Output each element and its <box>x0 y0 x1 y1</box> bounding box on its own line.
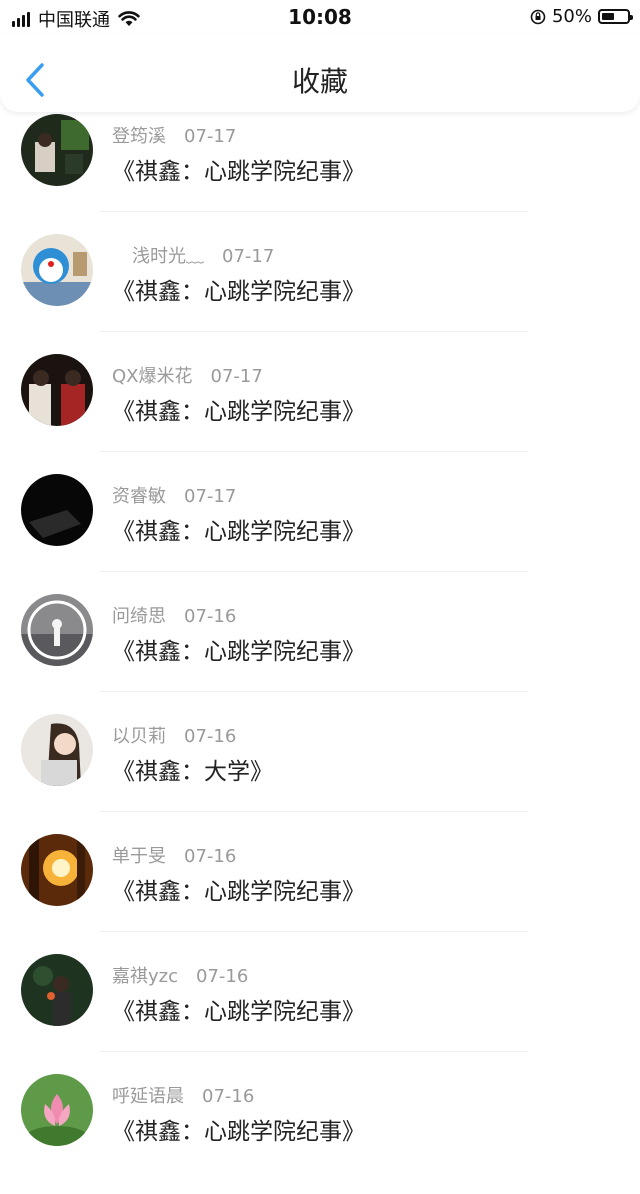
list-item[interactable]: QX爆米花 07-17 《祺鑫：心跳学院纪事》 <box>0 354 640 474</box>
story-title[interactable]: 《祺鑫：心跳学院纪事》 <box>112 512 365 546</box>
list-item[interactable]: 单于旻 07-16 《祺鑫：心跳学院纪事》 <box>0 834 640 954</box>
list-item[interactable]: 资睿敏 07-17 《祺鑫：心跳学院纪事》 <box>0 474 640 594</box>
divider <box>100 811 528 812</box>
divider <box>100 451 528 452</box>
avatar[interactable] <box>21 234 93 306</box>
item-date: 07-16 <box>184 846 237 867</box>
author-name: 以贝莉 <box>112 726 166 747</box>
story-title[interactable]: 《祺鑫：心跳学院纪事》 <box>112 152 365 186</box>
avatar[interactable] <box>21 114 93 186</box>
author-name: 呼延语晨 <box>112 1086 184 1107</box>
divider <box>100 571 528 572</box>
list-item[interactable]: 呼延语晨 07-16 《祺鑫：心跳学院纪事》 <box>0 1074 640 1194</box>
item-date: 07-16 <box>184 726 237 747</box>
author-name: 资睿敏 <box>112 486 166 507</box>
divider <box>100 931 528 932</box>
author-name: 单于旻 <box>112 846 166 867</box>
avatar[interactable] <box>21 354 93 426</box>
item-date: 07-17 <box>222 246 275 267</box>
author-name: QX爆米花 <box>112 366 193 387</box>
favorites-list: 登筠溪 07-17 《祺鑫：心跳学院纪事》 浅时光﹏ 07-17 《祺鑫：心跳学院纪… <box>0 114 640 1194</box>
story-title[interactable]: 《祺鑫：心跳学院纪事》 <box>112 632 365 666</box>
story-title[interactable]: 《祺鑫：心跳学院纪事》 <box>112 272 365 306</box>
list-item[interactable]: 以贝莉 07-16 《祺鑫：大学》 <box>0 714 640 834</box>
divider <box>100 1051 528 1052</box>
story-title[interactable]: 《祺鑫：心跳学院纪事》 <box>112 392 365 426</box>
page-title: 收藏 <box>291 65 348 98</box>
author-name: 浅时光﹏ <box>132 246 204 267</box>
list-item[interactable]: 登筠溪 07-17 《祺鑫：心跳学院纪事》 <box>0 114 640 234</box>
battery-percent: 50% <box>551 6 592 27</box>
divider <box>100 211 528 212</box>
avatar[interactable] <box>21 834 93 906</box>
story-title[interactable]: 《祺鑫：心跳学院纪事》 <box>112 992 365 1026</box>
author-name: 登筠溪 <box>112 126 166 147</box>
divider <box>100 331 528 332</box>
divider <box>100 691 528 692</box>
status-bar: 中国联通 10:08 50% <box>0 0 640 34</box>
item-date: 07-16 <box>202 1086 255 1107</box>
list-item[interactable]: 嘉祺yzc 07-16 《祺鑫：心跳学院纪事》 <box>0 954 640 1074</box>
avatar[interactable] <box>21 714 93 786</box>
avatar[interactable] <box>21 594 93 666</box>
author-name: 问绮思 <box>112 606 166 627</box>
battery-level <box>602 13 614 20</box>
orientation-lock-icon <box>530 9 546 24</box>
author-name: 嘉祺yzc <box>112 966 178 987</box>
battery-icon <box>598 9 633 24</box>
story-title[interactable]: 《祺鑫：大学》 <box>112 752 273 786</box>
item-date: 07-17 <box>210 366 263 387</box>
list-item[interactable]: 浅时光﹏ 07-17 《祺鑫：心跳学院纪事》 <box>0 234 640 354</box>
story-title[interactable]: 《祺鑫：心跳学院纪事》 <box>112 872 365 906</box>
item-date: 07-17 <box>184 126 237 147</box>
list-item[interactable]: 问绮思 07-16 《祺鑫：心跳学院纪事》 <box>0 594 640 714</box>
avatar[interactable] <box>21 954 93 1026</box>
item-date: 07-16 <box>196 966 249 987</box>
status-right: 50% <box>530 6 633 27</box>
nav-bar: 收藏 <box>0 34 640 112</box>
avatar[interactable] <box>21 474 93 546</box>
story-title[interactable]: 《祺鑫：心跳学院纪事》 <box>112 1112 365 1146</box>
item-date: 07-16 <box>184 606 237 627</box>
item-date: 07-17 <box>184 486 237 507</box>
avatar[interactable] <box>21 1074 93 1146</box>
